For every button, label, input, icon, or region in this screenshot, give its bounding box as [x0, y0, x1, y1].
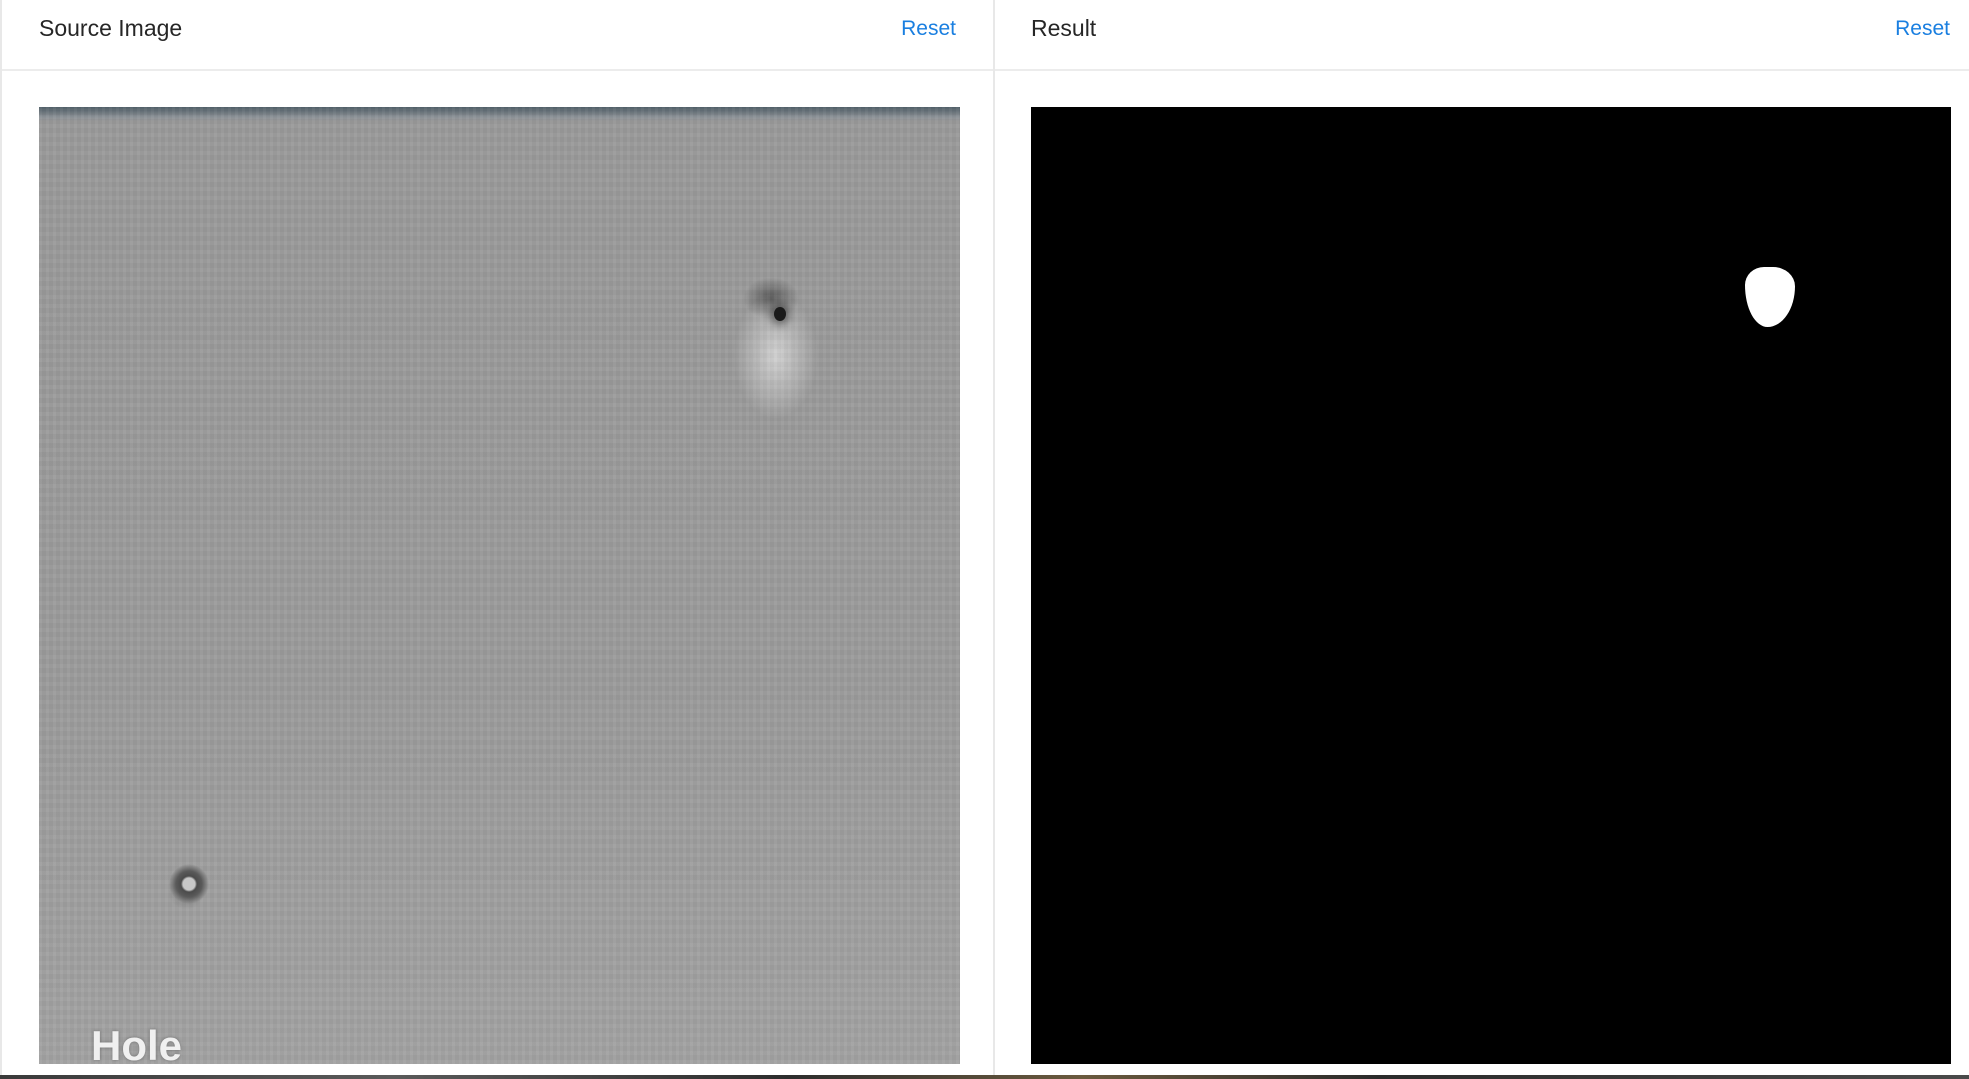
hole-defect: [169, 864, 209, 904]
source-reset-button[interactable]: Reset: [901, 17, 956, 41]
result-reset-button[interactable]: Reset: [1895, 17, 1950, 41]
source-panel-title: Source Image: [39, 15, 183, 41]
source-image-panel: Source Image Reset Hole: [0, 0, 995, 1075]
bottom-edge-strip: [0, 1075, 1969, 1079]
result-image-frame: [1031, 107, 1951, 1064]
segmented-region: [1745, 267, 1795, 327]
result-mask-image: [1031, 107, 1951, 1064]
source-image: Hole: [39, 107, 960, 1064]
result-panel-header: Result Reset: [995, 0, 1969, 71]
segmentation-viewer: Source Image Reset Hole Result Reset: [0, 0, 1969, 1079]
source-image-label: Hole: [91, 1022, 183, 1064]
defect-spot: [774, 307, 786, 321]
result-panel-title: Result: [1031, 15, 1097, 41]
result-panel: Result Reset: [993, 0, 1969, 1075]
source-image-frame: Hole: [39, 107, 960, 1064]
source-panel-header: Source Image Reset: [2, 0, 993, 71]
